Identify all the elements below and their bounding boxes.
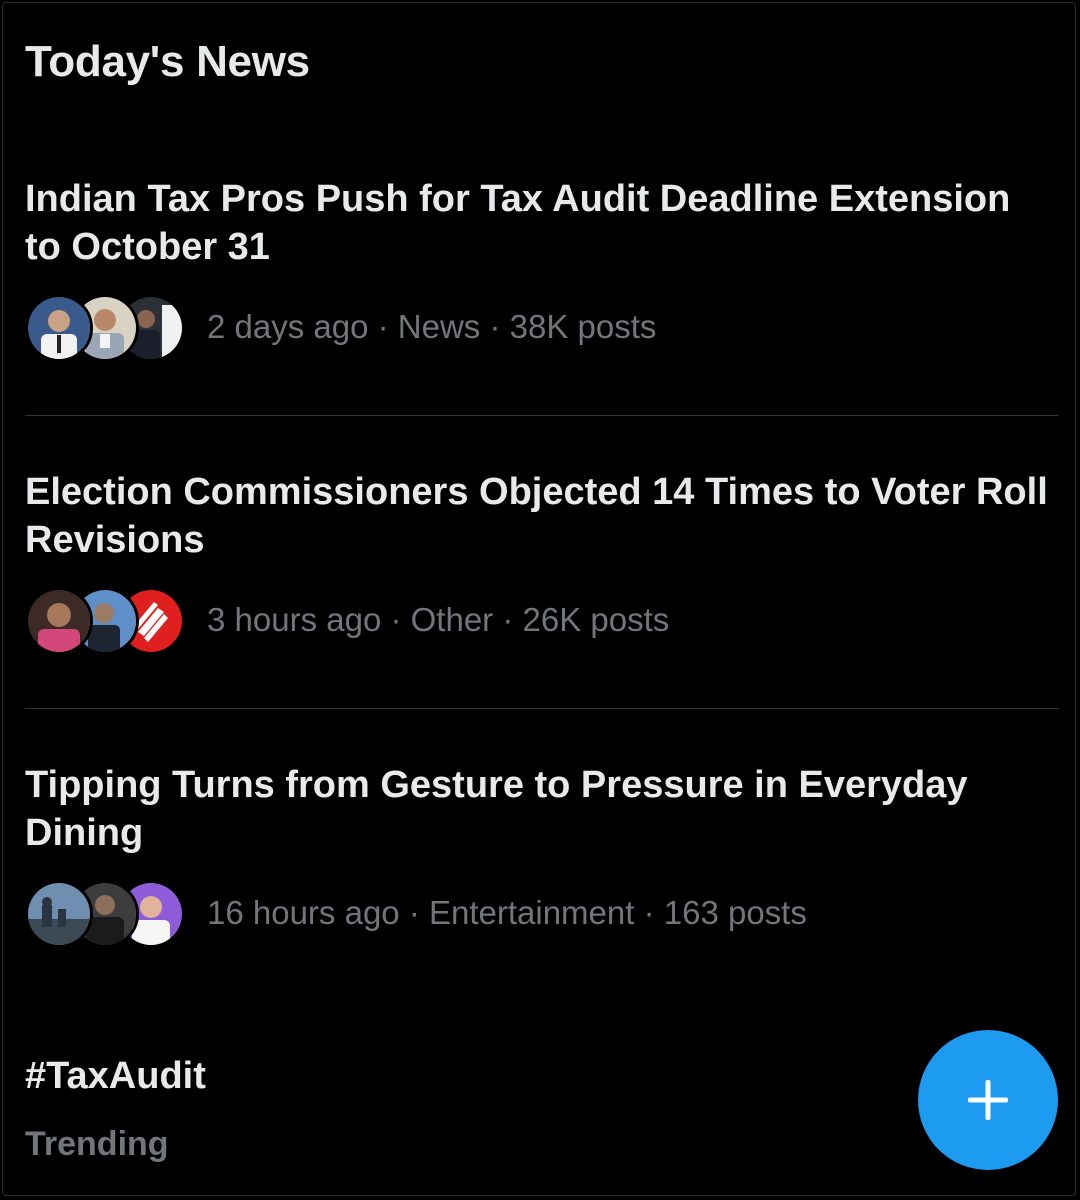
story-meta-text: 2 days ago · News · 38K posts bbox=[207, 308, 657, 345]
avatar-stack bbox=[25, 879, 187, 948]
story-headline: Tipping Turns from Gesture to Pressure i… bbox=[25, 764, 968, 854]
divider bbox=[25, 708, 1059, 709]
story-meta: 3 hours ago · Other · 26K posts bbox=[25, 586, 670, 655]
avatar-stack bbox=[25, 293, 187, 362]
compose-button[interactable] bbox=[918, 1030, 1058, 1170]
story-meta: 16 hours ago · Entertainment · 163 posts bbox=[25, 879, 807, 948]
trend-hashtag: #TaxAudit bbox=[25, 1055, 206, 1097]
section-title: Today's News bbox=[25, 37, 310, 86]
avatar bbox=[25, 294, 93, 362]
avatar-stack bbox=[25, 586, 187, 655]
avatar bbox=[25, 587, 93, 655]
story-headline: Indian Tax Pros Push for Tax Audit Deadl… bbox=[25, 178, 1011, 268]
todays-news-panel: Today's News Indian Tax Pros Push for Ta… bbox=[2, 2, 1076, 1196]
story-meta: 2 days ago · News · 38K posts bbox=[25, 293, 657, 362]
story-headline: Election Commissioners Objected 14 Times… bbox=[25, 471, 1048, 561]
plus-icon bbox=[968, 1080, 1008, 1120]
news-story[interactable]: Tipping Turns from Gesture to Pressure i… bbox=[3, 710, 1059, 1002]
news-story[interactable]: Indian Tax Pros Push for Tax Audit Deadl… bbox=[3, 124, 1059, 416]
trending-item[interactable]: #TaxAudit Trending bbox=[25, 1051, 625, 1171]
story-meta-text: 16 hours ago · Entertainment · 163 posts bbox=[207, 894, 807, 931]
trend-label: Trending bbox=[25, 1125, 169, 1163]
scene-avatar bbox=[25, 880, 93, 948]
divider bbox=[25, 415, 1059, 416]
news-story[interactable]: Election Commissioners Objected 14 Times… bbox=[3, 417, 1059, 709]
story-meta-text: 3 hours ago · Other · 26K posts bbox=[207, 601, 670, 638]
